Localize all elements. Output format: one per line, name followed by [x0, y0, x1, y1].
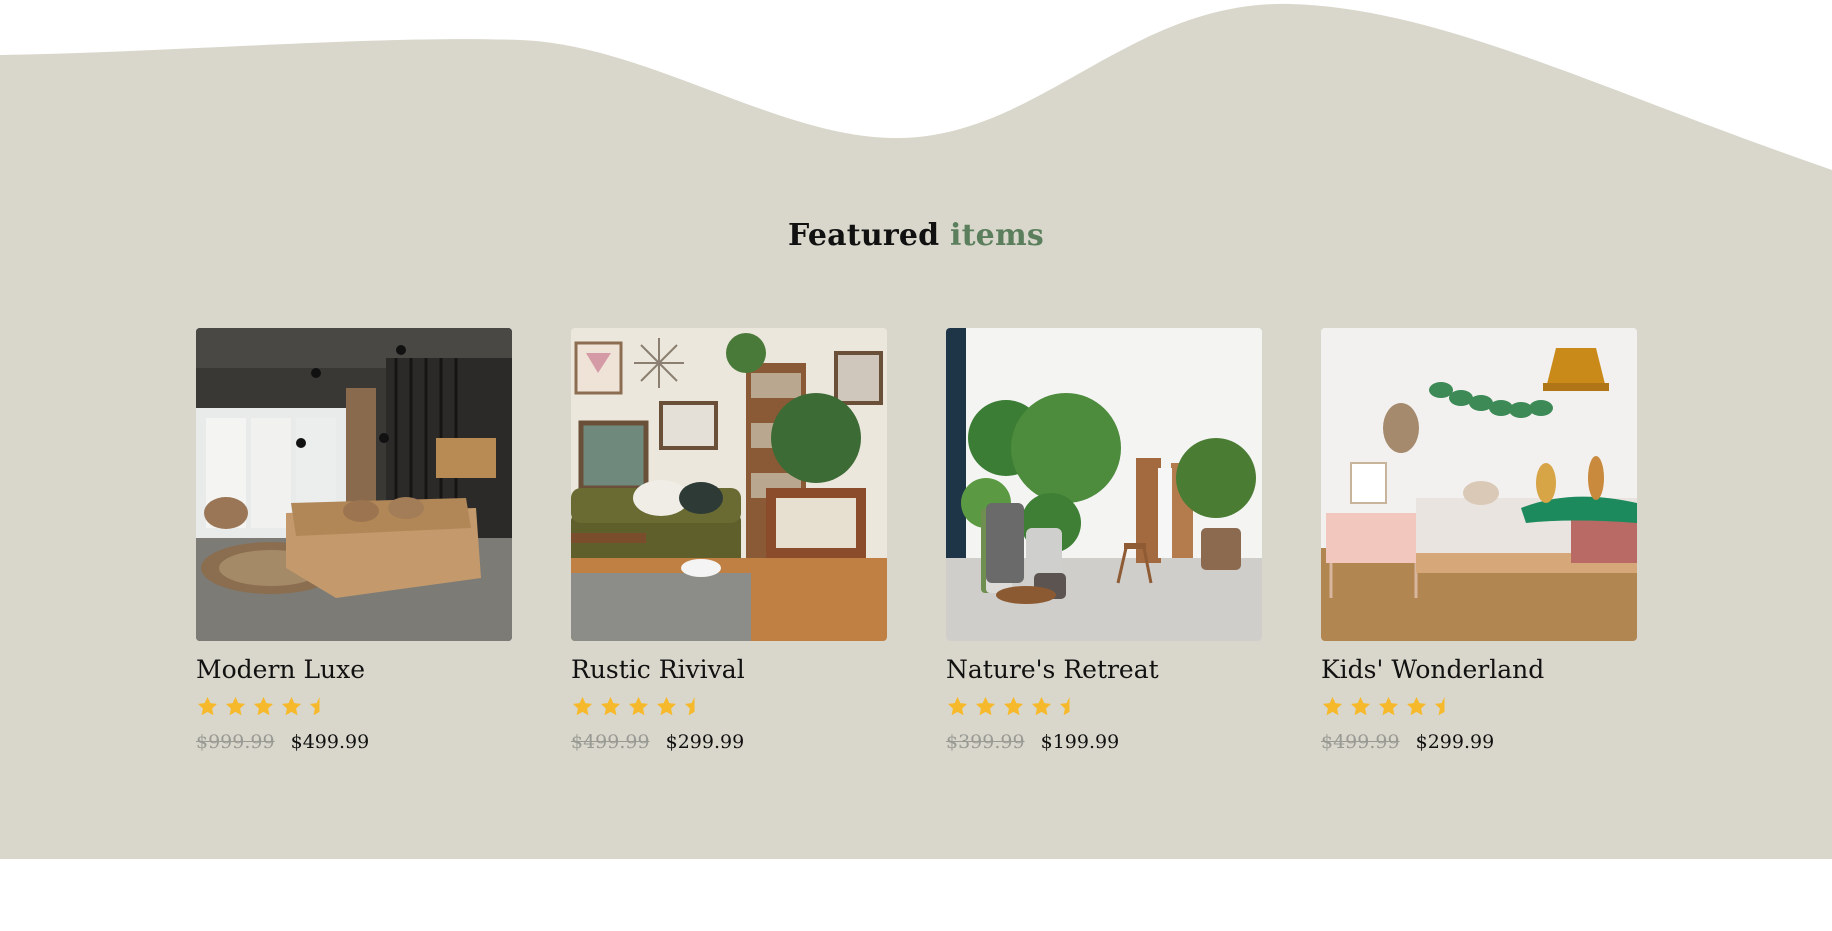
product-name[interactable]: Kids' Wonderland: [1321, 655, 1637, 685]
current-price: $299.99: [1415, 731, 1495, 753]
product-name[interactable]: Nature's Retreat: [946, 655, 1262, 685]
old-price: $999.99: [196, 731, 275, 753]
star-icon: [225, 696, 246, 716]
rating-stars: [1321, 695, 1637, 719]
rating-stars: [571, 695, 887, 719]
price-row: $499.99 $299.99: [571, 731, 887, 753]
price-row: $399.99 $199.99: [946, 731, 1262, 753]
star-icon: [628, 696, 649, 716]
star-icon: [1378, 696, 1399, 716]
title-main: Featured: [788, 218, 940, 253]
star-icon: [281, 696, 302, 716]
section-title: Featured items: [0, 218, 1832, 253]
product-name[interactable]: Rustic Rivival: [571, 655, 887, 685]
star-icon: [197, 696, 218, 716]
product-image-modern-luxe[interactable]: [196, 328, 512, 641]
star-icon: [600, 696, 621, 716]
star-icon: [1003, 696, 1024, 716]
star-half-icon: [309, 696, 320, 716]
current-price: $299.99: [665, 731, 745, 753]
title-accent: items: [950, 218, 1044, 253]
star-icon: [1350, 696, 1371, 716]
star-icon: [1031, 696, 1052, 716]
current-price: $199.99: [1040, 731, 1120, 753]
price-row: $999.99 $499.99: [196, 731, 512, 753]
product-card[interactable]: Nature's Retreat $399.99 $199.99: [946, 328, 1262, 753]
star-half-icon: [684, 696, 695, 716]
old-price: $499.99: [1321, 731, 1400, 753]
star-half-icon: [1434, 696, 1445, 716]
product-image-rustic-rivival[interactable]: [571, 328, 887, 641]
product-card[interactable]: Kids' Wonderland $499.99 $299.99: [1321, 328, 1637, 753]
star-icon: [253, 696, 274, 716]
star-icon: [1406, 696, 1427, 716]
star-icon: [947, 696, 968, 716]
product-image-kids-wonderland[interactable]: [1321, 328, 1637, 641]
star-icon: [1322, 696, 1343, 716]
current-price: $499.99: [290, 731, 370, 753]
product-name[interactable]: Modern Luxe: [196, 655, 512, 685]
rating-stars: [946, 695, 1262, 719]
star-icon: [975, 696, 996, 716]
page-background-bottom: [0, 859, 1832, 931]
price-row: $499.99 $299.99: [1321, 731, 1637, 753]
product-card[interactable]: Rustic Rivival $499.99 $299.99: [571, 328, 887, 753]
star-icon: [656, 696, 677, 716]
star-half-icon: [1059, 696, 1070, 716]
star-icon: [572, 696, 593, 716]
old-price: $499.99: [571, 731, 650, 753]
rating-stars: [196, 695, 512, 719]
old-price: $399.99: [946, 731, 1025, 753]
product-image-natures-retreat[interactable]: [946, 328, 1262, 641]
product-card[interactable]: Modern Luxe $999.99 $499.99: [196, 328, 512, 753]
